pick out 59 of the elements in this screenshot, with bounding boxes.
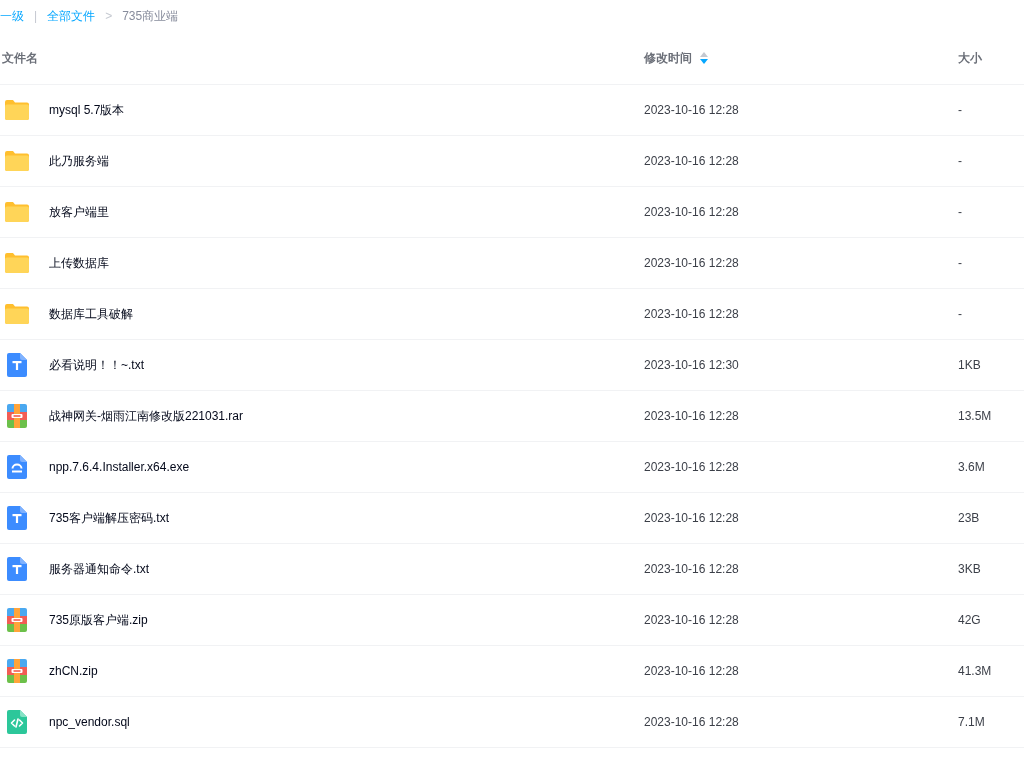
column-header: 文件名 <box>2 49 38 67</box>
folder-icon <box>5 253 29 273</box>
file-name[interactable]: 战神网关-烟雨江南修改版221031.rar <box>49 407 244 425</box>
modified-time: 2023-10-16 12:28 <box>644 205 739 219</box>
file-name[interactable]: 放客户端里 <box>49 203 109 221</box>
file-name[interactable]: zhCN.zip <box>49 664 98 678</box>
code-file-icon <box>7 710 27 734</box>
column-header[interactable]: 修改时间 <box>644 49 692 67</box>
modified-time: 2023-10-16 12:28 <box>644 511 739 525</box>
modified-time: 2023-10-16 12:28 <box>644 613 739 627</box>
file-icon <box>7 455 27 479</box>
file-name[interactable]: 数据库工具破解 <box>49 305 133 323</box>
file-size: 41.3M <box>958 664 992 678</box>
file-size: - <box>958 307 962 321</box>
file-size: - <box>958 205 962 219</box>
file-name[interactable]: 服务器通知命令.txt <box>49 560 149 578</box>
modified-time: 2023-10-16 12:28 <box>644 307 739 321</box>
modified-time: 2023-10-16 12:28 <box>644 664 739 678</box>
file-size: - <box>958 256 962 270</box>
folder-icon <box>5 151 29 171</box>
file-size: 13.5M <box>958 409 992 423</box>
file-size: 3KB <box>958 562 981 576</box>
modified-time: 2023-10-16 12:28 <box>644 715 739 729</box>
file-name[interactable]: npc_vendor.sql <box>49 715 130 729</box>
file-name[interactable]: 上传数据库 <box>49 254 109 272</box>
file-size: 7.1M <box>958 715 985 729</box>
modified-time: 2023-10-16 12:28 <box>644 256 739 270</box>
modified-time: 2023-10-16 12:28 <box>644 154 739 168</box>
file-size: - <box>958 154 962 168</box>
modified-time: 2023-10-16 12:30 <box>644 358 739 372</box>
file-size: - <box>958 103 962 117</box>
file-size: 1KB <box>958 358 981 372</box>
archive-file-icon <box>7 608 27 632</box>
folder-icon <box>5 304 29 324</box>
folder-icon <box>5 202 29 222</box>
folder-icon <box>5 100 29 120</box>
breadcrumb-separator: | <box>34 9 38 23</box>
file-name[interactable]: 735原版客户端.zip <box>49 611 148 629</box>
sort-arrows-icon[interactable] <box>700 52 708 64</box>
modified-time: 2023-10-16 12:28 <box>644 409 739 423</box>
text-file-icon <box>7 506 27 530</box>
file-name[interactable]: mysql 5.7版本 <box>49 101 125 119</box>
file-name[interactable]: 此乃服务端 <box>49 152 109 170</box>
file-size: 23B <box>958 511 980 525</box>
text-file-icon <box>7 557 27 581</box>
text-file-icon <box>7 353 27 377</box>
file-name[interactable]: 735客户端解压密码.txt <box>49 509 170 527</box>
archive-file-icon <box>7 659 27 683</box>
modified-time: 2023-10-16 12:28 <box>644 460 739 474</box>
column-header: 大小 <box>958 49 982 67</box>
file-size: 42G <box>958 613 981 627</box>
breadcrumb-current: 735商业端 <box>122 7 179 25</box>
breadcrumb-separator: > <box>105 9 113 23</box>
modified-time: 2023-10-16 12:28 <box>644 103 739 117</box>
archive-file-icon <box>7 404 27 428</box>
file-size: 3.6M <box>958 460 985 474</box>
modified-time: 2023-10-16 12:28 <box>644 562 739 576</box>
file-name[interactable]: npp.7.6.4.Installer.x64.exe <box>49 460 190 474</box>
file-name[interactable]: 必看说明！！~.txt <box>49 356 144 374</box>
